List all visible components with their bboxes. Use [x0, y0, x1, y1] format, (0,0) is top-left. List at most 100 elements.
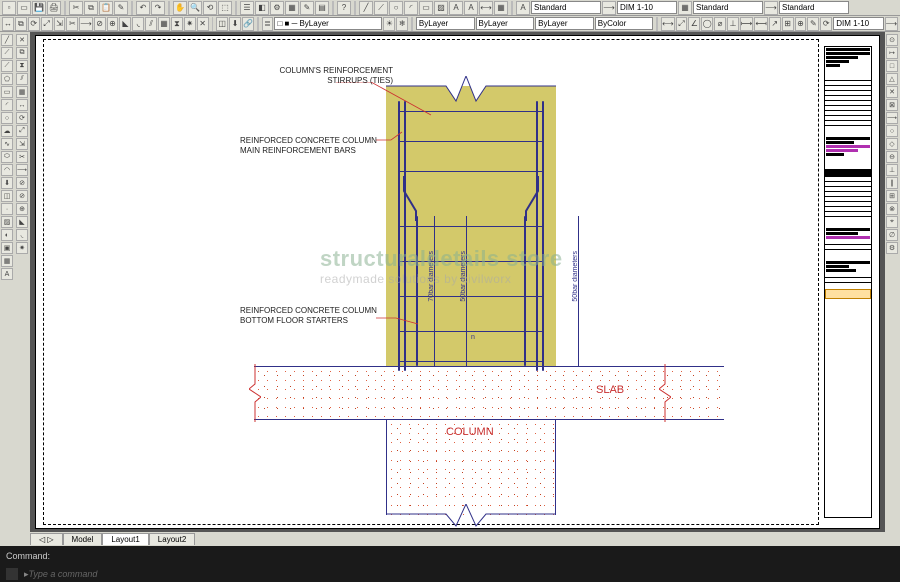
tool-layerfreeze-icon[interactable]: ❄ [396, 17, 408, 31]
dimstyle-combo[interactable]: DIM 1-10 [617, 1, 677, 14]
draw-line-icon[interactable]: ╱ [1, 34, 13, 46]
osnap-from-icon[interactable]: ↦ [886, 47, 898, 59]
mod-break-icon[interactable]: ⊘ [16, 190, 28, 202]
draw-hatch-icon[interactable]: ▨ [1, 216, 13, 228]
dimstyle2-combo[interactable]: DIM 1-10 [833, 17, 883, 30]
osnap-ins-icon[interactable]: ⊞ [886, 190, 898, 202]
tool-join-icon[interactable]: ⊕ [107, 17, 119, 31]
tab-layout1[interactable]: Layout1 [102, 533, 148, 545]
draw-circle-icon[interactable]: ○ [1, 112, 13, 124]
tool-rect-icon[interactable]: ▭ [419, 1, 433, 15]
tool-insert-icon[interactable]: ⬇ [229, 17, 241, 31]
tool-mirror-icon[interactable]: ⧗ [171, 17, 183, 31]
tool-design-icon[interactable]: ◧ [255, 1, 269, 15]
draw-revcloud-icon[interactable]: ☁ [1, 125, 13, 137]
mod-rotate-icon[interactable]: ⟳ [16, 112, 28, 124]
tool-dimbase-icon[interactable]: ⟻ [754, 17, 767, 31]
osnap-cen-icon[interactable]: ○ [886, 125, 898, 137]
tool-tablestyle-icon[interactable]: ▦ [678, 1, 692, 15]
tool-dim-icon[interactable]: ⟷ [479, 1, 493, 15]
tool-dimlin-icon[interactable]: ⟷ [661, 17, 674, 31]
tool-hatch-icon[interactable]: ▨ [434, 1, 448, 15]
mod-scale-icon[interactable]: ⤢ [16, 125, 28, 137]
tool-dimover-icon[interactable]: ⟶ [885, 17, 898, 31]
tool-cut-icon[interactable]: ✂ [69, 1, 83, 15]
tool-circle-icon[interactable]: ○ [389, 1, 403, 15]
tool-help-icon[interactable]: ? [337, 1, 351, 15]
osnap-par-icon[interactable]: ∥ [886, 177, 898, 189]
lineweight-combo[interactable]: ByLayer [535, 17, 594, 30]
tool-layer-icon[interactable]: ≣ [262, 17, 274, 31]
tool-undo-icon[interactable]: ↶ [136, 1, 150, 15]
tool-scale-icon[interactable]: ⤢ [41, 17, 53, 31]
tool-markup-icon[interactable]: ✎ [300, 1, 314, 15]
draw-pline-icon[interactable]: ⟋ [1, 60, 13, 72]
draw-gradient-icon[interactable]: ◐ [1, 229, 13, 241]
tool-qcalc-icon[interactable]: ▤ [315, 1, 329, 15]
plotstyle-combo[interactable]: ByColor [595, 17, 654, 30]
tablestyle-combo[interactable]: Standard [693, 1, 763, 14]
tool-layeriso-icon[interactable]: ☀ [383, 17, 395, 31]
tool-trim-icon[interactable]: ✂ [66, 17, 78, 31]
tool-array-icon[interactable]: ▦ [158, 17, 170, 31]
mod-chamfer-icon[interactable]: ◣ [16, 216, 28, 228]
tab-model[interactable]: Model [63, 533, 103, 545]
tool-dimang-icon[interactable]: ∠ [688, 17, 700, 31]
osnap-temp-icon[interactable]: ⊙ [886, 34, 898, 46]
tool-copy-icon[interactable]: ⧉ [84, 1, 98, 15]
tool-arc-icon[interactable]: ◜ [404, 1, 418, 15]
tool-new-icon[interactable]: ▫ [2, 1, 16, 15]
tool-xref-icon[interactable]: 🔗 [242, 17, 254, 31]
tool-chamfer-icon[interactable]: ◣ [119, 17, 131, 31]
tool-mlstyle-icon[interactable]: ⟶ [764, 1, 778, 15]
tool-mtext-icon[interactable]: A [464, 1, 478, 15]
tool-dimupdate-icon[interactable]: ⟳ [820, 17, 832, 31]
mod-join-icon[interactable]: ⊕ [16, 203, 28, 215]
osnap-ext-icon[interactable]: ⟶ [886, 112, 898, 124]
textstyle-combo[interactable]: Standard [531, 1, 601, 14]
tool-dimedit-icon[interactable]: ✎ [807, 17, 819, 31]
draw-ellipse-icon[interactable]: ⬭ [1, 151, 13, 163]
draw-spline-icon[interactable]: ∿ [1, 138, 13, 150]
tool-tol-icon[interactable]: ⊞ [782, 17, 794, 31]
tool-dimcont-icon[interactable]: ⟼ [740, 17, 753, 31]
mod-fillet-icon[interactable]: ◟ [16, 229, 28, 241]
osnap-set-icon[interactable]: ⚙ [886, 242, 898, 254]
tool-redo-icon[interactable]: ↷ [151, 1, 165, 15]
mod-array-icon[interactable]: ▦ [16, 86, 28, 98]
osnap-int-icon[interactable]: ✕ [886, 86, 898, 98]
tool-a-icon[interactable]: A [516, 1, 530, 15]
draw-rect-icon[interactable]: ▭ [1, 86, 13, 98]
tool-tool-icon[interactable]: ⚙ [270, 1, 284, 15]
draw-table-icon[interactable]: ▦ [1, 255, 13, 267]
tool-zoom-icon[interactable]: 🔍 [188, 1, 202, 15]
mod-explode-icon[interactable]: ✷ [16, 242, 28, 254]
osnap-perp-icon[interactable]: ⊥ [886, 164, 898, 176]
mod-stretch-icon[interactable]: ⇲ [16, 138, 28, 150]
tool-rotate-icon[interactable]: ⟳ [28, 17, 40, 31]
tool-fillet-icon[interactable]: ◟ [132, 17, 144, 31]
tool-dimalign-icon[interactable]: ⤢ [676, 17, 688, 31]
osnap-appint-icon[interactable]: ⊠ [886, 99, 898, 111]
tool-dimord-icon[interactable]: ⊥ [727, 17, 739, 31]
osnap-near-icon[interactable]: ⌖ [886, 216, 898, 228]
tool-pan-icon[interactable]: ✋ [173, 1, 187, 15]
tool-print-icon[interactable]: 🖨 [47, 1, 61, 15]
mod-erase-icon[interactable]: ✕ [16, 34, 28, 46]
tool-dimrad-icon[interactable]: ◯ [701, 17, 713, 31]
tab-layout2[interactable]: Layout2 [149, 533, 195, 545]
mod-breakpt-icon[interactable]: ⊘ [16, 177, 28, 189]
tool-text-icon[interactable]: A [449, 1, 463, 15]
tool-explode-icon[interactable]: ✷ [184, 17, 196, 31]
tool-zoomwin-icon[interactable]: ⬚ [218, 1, 232, 15]
mlstyle-combo[interactable]: Standard [779, 1, 849, 14]
linetype-combo[interactable]: ByLayer [476, 17, 535, 30]
drawing-viewport[interactable]: COLUMN'S REINFORCEMENT STIRRUPS (TIES) R… [30, 32, 885, 532]
tool-open-icon[interactable]: ▭ [17, 1, 31, 15]
tool-move-icon[interactable]: ↔ [2, 17, 14, 31]
draw-insert-icon[interactable]: ⬇ [1, 177, 13, 189]
layer-combo[interactable]: □ ■ ─ ByLayer [274, 17, 382, 30]
tool-leader-icon[interactable]: ↗ [769, 17, 781, 31]
osnap-qua-icon[interactable]: ◇ [886, 138, 898, 150]
draw-point-icon[interactable]: · [1, 203, 13, 215]
